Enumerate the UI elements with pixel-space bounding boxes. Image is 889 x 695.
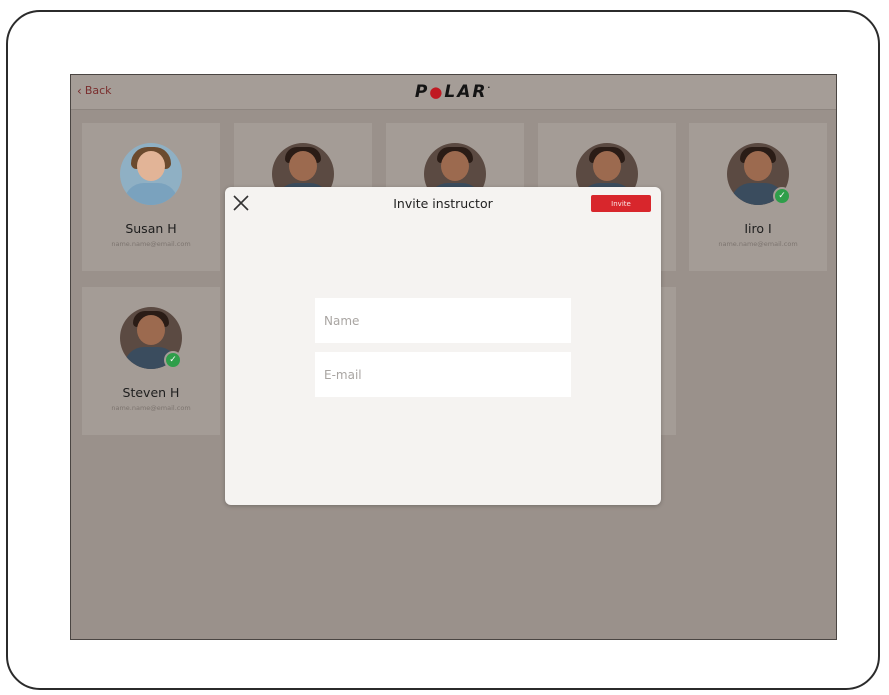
check-circle-icon: ✓ <box>164 351 182 369</box>
invite-button[interactable]: Invite <box>591 195 651 212</box>
avatar <box>120 143 182 205</box>
name-input[interactable] <box>315 298 571 343</box>
polar-logo: P●LAR. <box>414 82 493 102</box>
chevron-left-icon: ‹ <box>77 83 82 98</box>
instructor-email: name.name@email.com <box>111 404 191 412</box>
back-button[interactable]: ‹ Back <box>77 84 112 97</box>
back-label: Back <box>84 84 112 97</box>
top-bar: ‹ Back P●LAR. <box>71 75 836 110</box>
instructor-card[interactable]: ✓ Iiro I name.name@email.com <box>689 123 827 271</box>
instructor-name: Iiro I <box>744 221 772 236</box>
instructor-email: name.name@email.com <box>718 240 798 248</box>
instructor-card[interactable]: ✓ Steven H name.name@email.com <box>82 287 220 435</box>
email-input[interactable] <box>315 352 571 397</box>
instructor-card[interactable]: Susan H name.name@email.com <box>82 123 220 271</box>
instructor-name: Susan H <box>125 221 177 236</box>
invite-instructor-dialog: Invite instructor Invite <box>225 187 661 505</box>
instructor-email: name.name@email.com <box>111 240 191 248</box>
check-circle-icon: ✓ <box>773 187 791 205</box>
instructor-name: Steven H <box>122 385 180 400</box>
